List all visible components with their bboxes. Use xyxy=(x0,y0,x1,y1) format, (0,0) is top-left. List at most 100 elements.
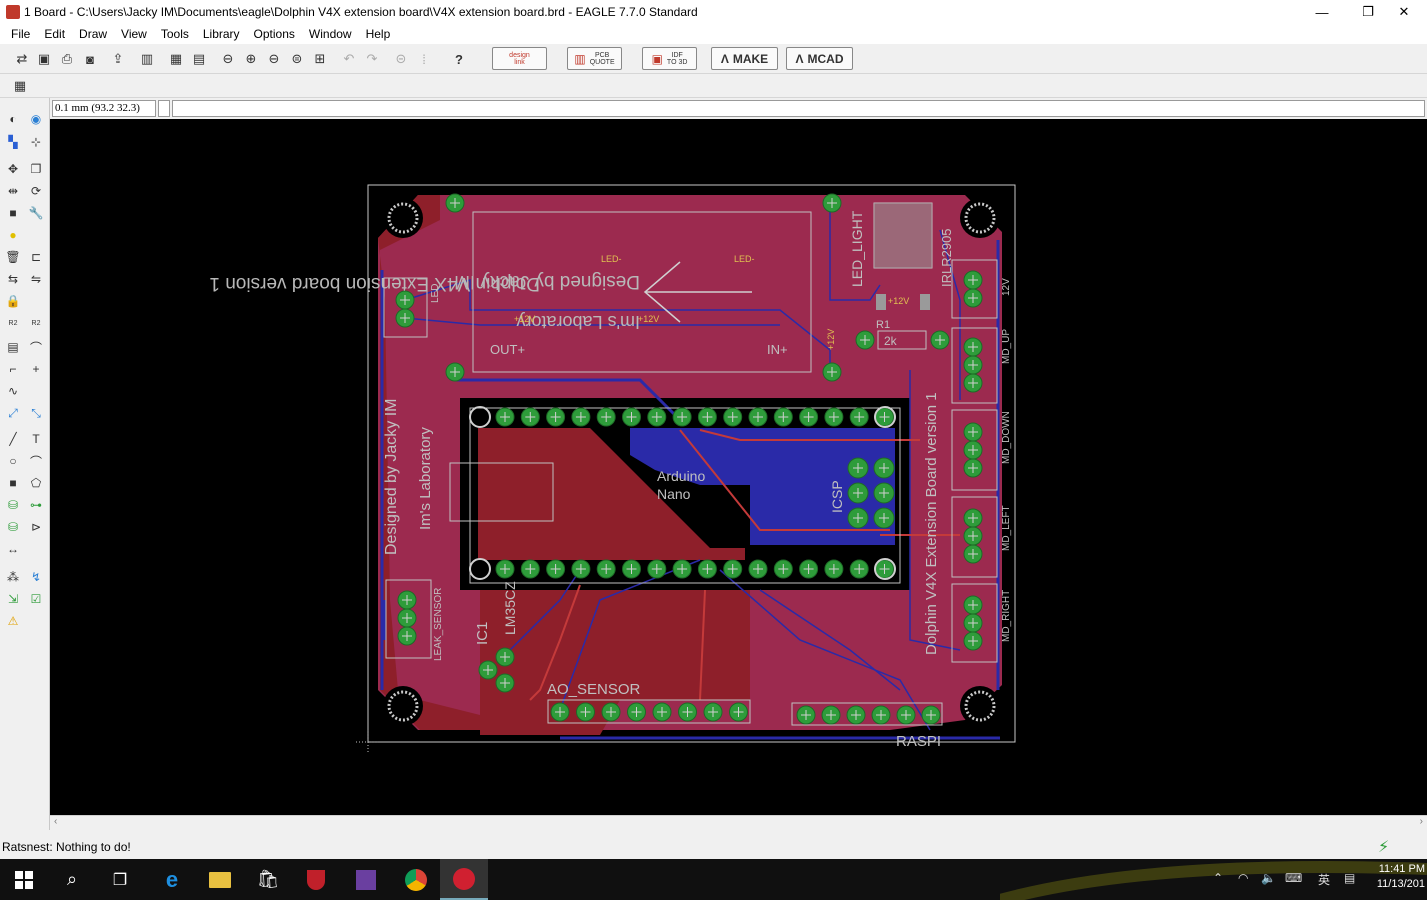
mirror-icon[interactable]: ⇹ xyxy=(4,182,22,200)
replace-icon[interactable]: ⇆ xyxy=(4,270,22,288)
notifications-icon[interactable]: ▤ xyxy=(1344,871,1355,885)
autorouter-icon[interactable]: ↯ xyxy=(27,568,45,586)
text-icon[interactable]: T xyxy=(27,430,45,448)
meander-icon[interactable]: ∿ xyxy=(4,382,22,400)
arc-icon[interactable]: ⌒ xyxy=(27,452,45,470)
ime-indicator[interactable]: 英 xyxy=(1318,871,1330,888)
menu-library[interactable]: Library xyxy=(196,27,247,41)
menu-view[interactable]: View xyxy=(114,27,154,41)
menu-help[interactable]: Help xyxy=(359,27,398,41)
split-icon[interactable]: ⌐ xyxy=(4,360,22,378)
smash-icon[interactable]: ▤ xyxy=(4,338,22,356)
polygon-icon[interactable]: ⬠ xyxy=(27,474,45,492)
hole-icon[interactable]: ⛁ xyxy=(4,518,22,536)
script-icon[interactable]: ⇪ xyxy=(108,48,128,70)
keyboard-icon[interactable]: ⌨ xyxy=(1285,871,1302,885)
name-icon[interactable]: R2 xyxy=(4,314,22,332)
signal-icon[interactable]: ⊶ xyxy=(27,496,45,514)
circle-icon[interactable]: ○ xyxy=(4,452,22,470)
save-icon[interactable]: ▣ xyxy=(34,48,54,70)
via-icon[interactable]: ⛁ xyxy=(4,496,22,514)
open-icon[interactable]: ⇄ xyxy=(12,48,32,70)
copy-icon[interactable]: ❐ xyxy=(27,160,45,178)
file-explorer-icon[interactable] xyxy=(196,859,244,900)
miter-icon[interactable]: ⌒ xyxy=(27,338,45,356)
menu-edit[interactable]: Edit xyxy=(37,27,72,41)
zoom-out-icon[interactable]: ⊖ xyxy=(264,48,284,70)
close-button[interactable]: ✕ xyxy=(1381,0,1427,24)
show-icon[interactable]: ◉ xyxy=(27,110,45,128)
drc-status-icon[interactable]: ⚡ xyxy=(1378,837,1389,857)
idf-to-3d-button[interactable]: ▣ IDF TO 3D xyxy=(642,47,697,70)
rotate-icon[interactable]: ⟳ xyxy=(27,182,45,200)
volume-icon[interactable]: 🔈 xyxy=(1261,871,1276,885)
ripup-icon[interactable]: ⤡ xyxy=(27,404,45,422)
coordinate-toggle[interactable] xyxy=(158,100,170,117)
erc-icon[interactable]: ☑ xyxy=(27,590,45,608)
menu-options[interactable]: Options xyxy=(247,27,302,41)
lock-group-icon[interactable]: ⇋ xyxy=(27,270,45,288)
zoom-select-icon[interactable]: ⊞ xyxy=(310,48,330,70)
rect-icon[interactable]: ■ xyxy=(4,474,22,492)
group-icon[interactable]: ■ xyxy=(4,204,22,222)
cam-icon[interactable]: ◙ xyxy=(80,48,100,70)
schematic-icon[interactable]: ▦ xyxy=(166,48,186,70)
ratsnest-icon[interactable]: ⁂ xyxy=(4,568,22,586)
mcafee-icon[interactable] xyxy=(292,859,340,900)
board-canvas[interactable]: Dolphin V4X Extension board version 1 De… xyxy=(50,119,1427,815)
delete-icon[interactable]: 🗑 xyxy=(4,248,22,266)
info-icon[interactable]: ◐ xyxy=(4,110,22,128)
zoom-redraw-icon[interactable]: ⊜ xyxy=(287,48,307,70)
menu-tools[interactable]: Tools xyxy=(154,27,196,41)
redo-icon[interactable]: ↷ xyxy=(362,48,382,70)
search-icon[interactable]: ⌕ xyxy=(48,859,96,900)
drc-icon[interactable]: ⇲ xyxy=(4,590,22,608)
scroll-right-icon[interactable]: › xyxy=(1420,816,1423,827)
horizontal-scrollbar[interactable]: ‹ › xyxy=(50,815,1427,830)
zoom-in-icon[interactable]: ⊕ xyxy=(241,48,261,70)
task-view-icon[interactable]: ❐ xyxy=(96,859,144,900)
stop-icon[interactable]: ⊝ xyxy=(391,48,411,70)
ulp-icon[interactable]: ▥ xyxy=(137,48,157,70)
edge-icon[interactable]: e xyxy=(148,859,196,900)
paste-icon[interactable]: ● xyxy=(4,226,22,244)
pcb-quote-button[interactable]: ▥ PCB QUOTE xyxy=(567,47,622,70)
menu-window[interactable]: Window xyxy=(302,27,359,41)
attribute-icon[interactable]: ⊳ xyxy=(27,518,45,536)
mcad-button[interactable]: Λ MCAD xyxy=(786,47,853,70)
store-icon[interactable]: 🛍 xyxy=(244,859,292,900)
tray-expand-icon[interactable]: ⌃ xyxy=(1213,871,1223,885)
optimize-icon[interactable]: + xyxy=(27,360,45,378)
mark-icon[interactable]: ⊹ xyxy=(27,133,45,151)
wire-icon[interactable]: ╱ xyxy=(4,430,22,448)
scroll-left-icon[interactable]: ‹ xyxy=(54,816,57,827)
dimension-icon[interactable]: ↔ xyxy=(4,540,22,558)
undo-icon[interactable]: ↶ xyxy=(339,48,359,70)
board-icon[interactable]: ▤ xyxy=(189,48,209,70)
make-button[interactable]: Λ MAKE xyxy=(711,47,778,70)
help-icon[interactable]: ? xyxy=(449,48,469,70)
go-icon[interactable]: ⁞ xyxy=(414,48,434,70)
grid-icon[interactable]: ▦ xyxy=(10,75,30,97)
add-icon[interactable]: ⊏ xyxy=(27,248,45,266)
errors-icon[interactable]: ⚠ xyxy=(4,612,22,630)
command-input[interactable] xyxy=(172,100,1425,117)
menu-file[interactable]: File xyxy=(4,27,37,41)
route-icon[interactable]: ⤢ xyxy=(4,404,22,422)
lock-icon[interactable]: 🔒 xyxy=(4,292,22,310)
display-layers-icon[interactable]: ▚ xyxy=(4,133,22,151)
design-link-button[interactable]: design link xyxy=(492,47,547,70)
minimize-button[interactable]: — xyxy=(1299,0,1345,24)
change-icon[interactable]: 🔧 xyxy=(27,204,45,222)
value-icon[interactable]: R2 xyxy=(27,314,45,332)
system-clock[interactable]: 11:41 PM 11/13/201 xyxy=(1377,862,1425,892)
network-icon[interactable]: ◠ xyxy=(1238,871,1248,885)
start-icon[interactable] xyxy=(0,859,48,900)
eagle-taskbar-icon[interactable] xyxy=(440,859,488,900)
print-icon[interactable]: ⎙ xyxy=(57,48,77,70)
zoom-fit-icon[interactable]: ⊖ xyxy=(218,48,238,70)
chrome-icon[interactable] xyxy=(392,859,440,900)
menu-draw[interactable]: Draw xyxy=(72,27,114,41)
visual-studio-icon[interactable] xyxy=(342,859,390,900)
move-icon[interactable]: ✥ xyxy=(4,160,22,178)
